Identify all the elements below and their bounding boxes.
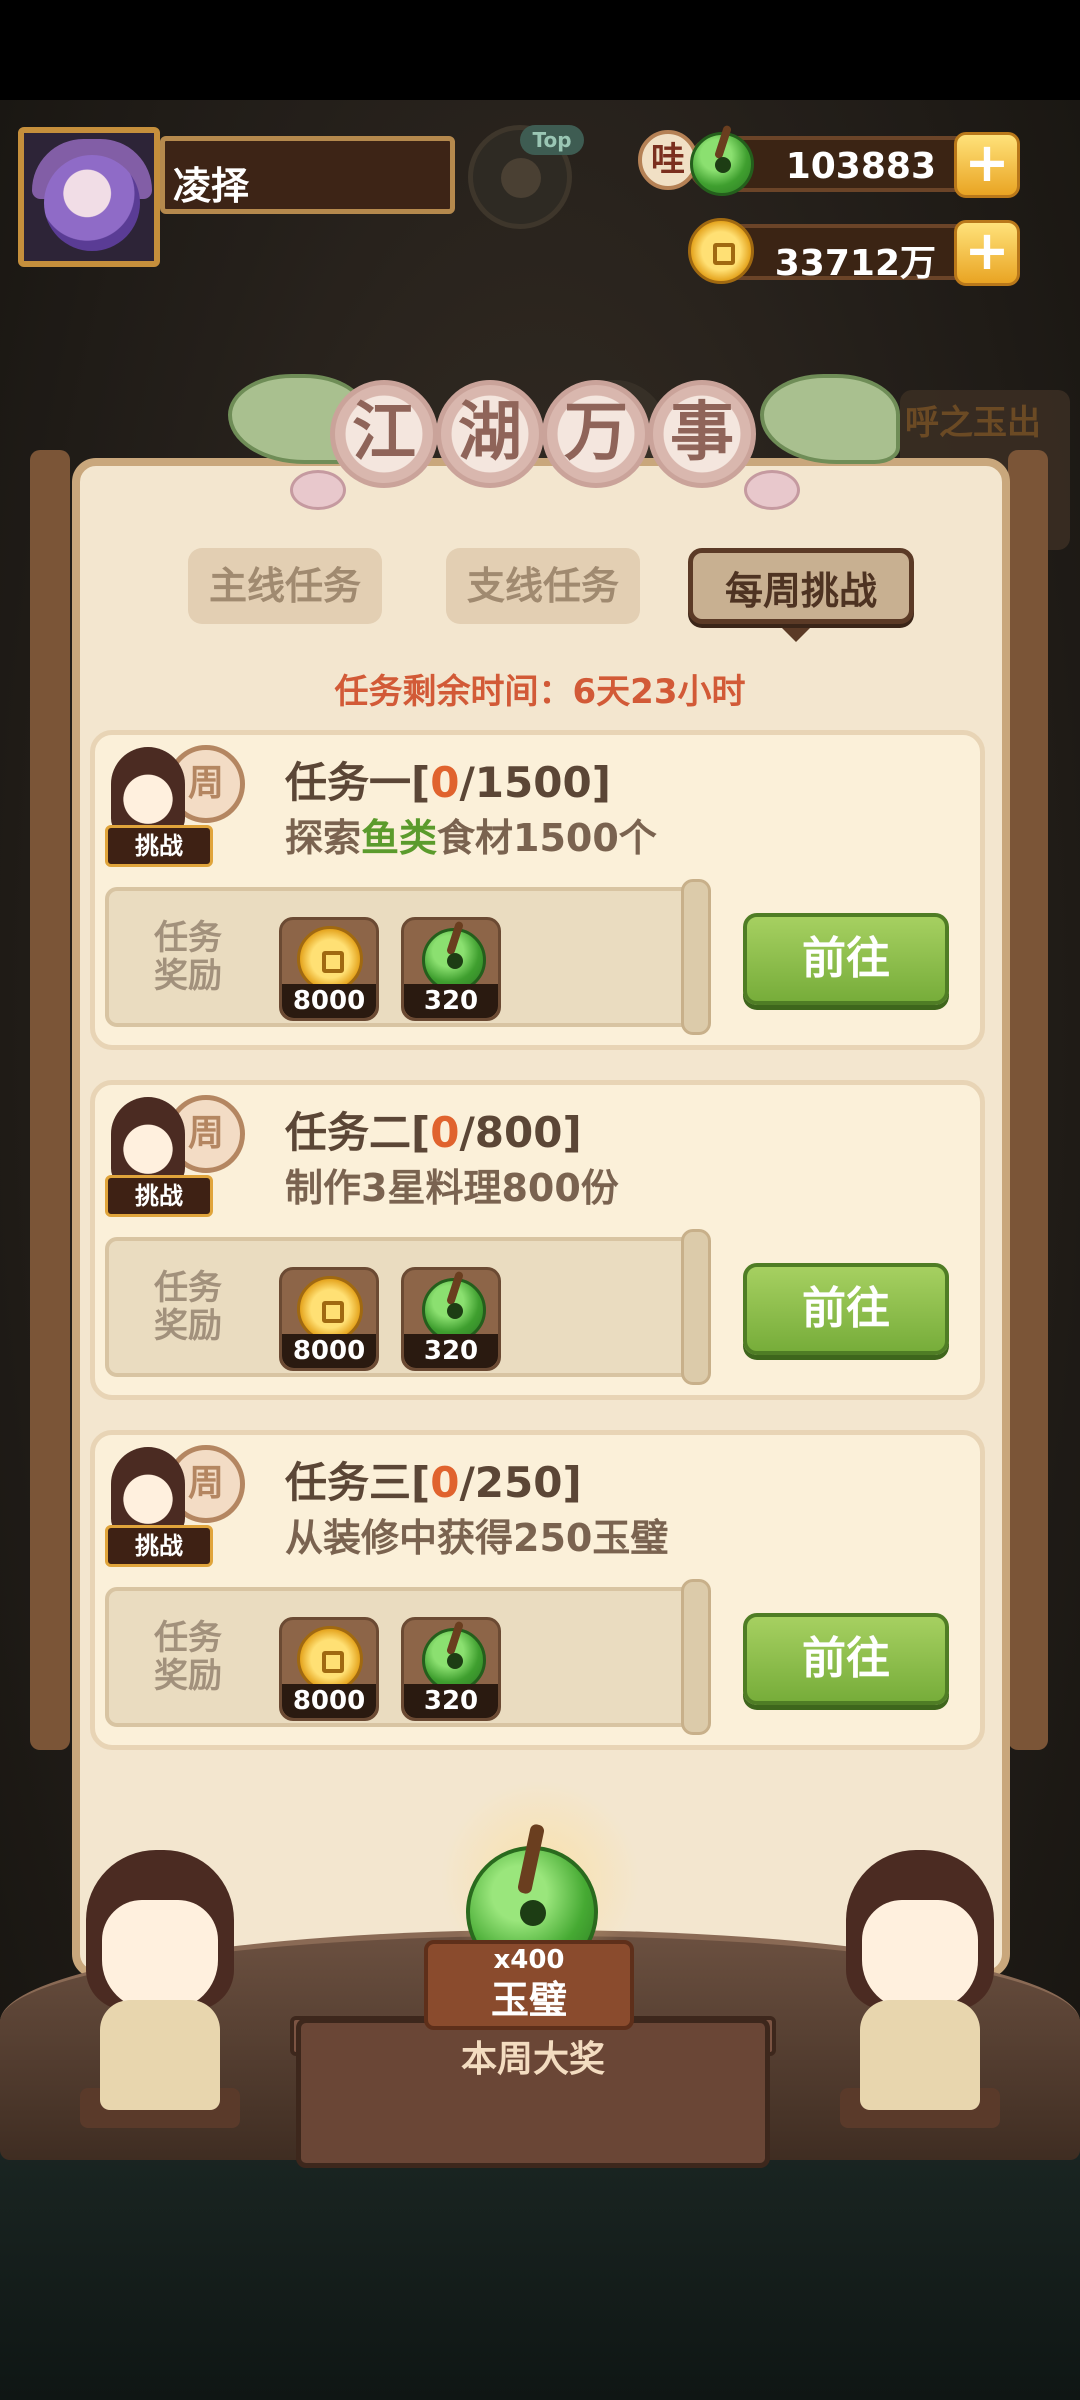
go-button[interactable]: 前往 — [743, 1613, 949, 1705]
panel-left-roller — [30, 450, 70, 1750]
foliage-background — [0, 2150, 1080, 2400]
top-badge: Top — [520, 125, 584, 155]
shop-sign-text: 呼之玉出 — [905, 403, 1041, 443]
gold-coin-icon — [297, 1626, 363, 1692]
tab-side-quest[interactable]: 支线任务 — [446, 548, 640, 624]
reward-item-jade[interactable]: 320 — [401, 1267, 501, 1371]
chef-girl-icon — [111, 1097, 185, 1187]
title-char: 湖 — [436, 380, 544, 488]
reward-item-gold[interactable]: 8000 — [279, 1267, 379, 1371]
task-card: 周 挑战 任务二[0/800] 制作3星料理800份 任务 奖励 8000 320… — [90, 1080, 985, 1400]
chef-girl-icon — [111, 747, 185, 837]
status-bar — [0, 0, 1080, 100]
challenge-tag: 挑战 — [105, 1175, 213, 1217]
gold-coin-icon — [297, 1276, 363, 1342]
jade-coin-icon — [422, 1270, 486, 1342]
task-title: 任务三[0/250] — [285, 1458, 582, 1507]
add-jade-button[interactable]: + — [954, 132, 1020, 198]
task-card: 周 挑战 任务三[0/250] 从装修中获得250玉璧 任务 奖励 8000 32… — [90, 1430, 985, 1750]
grand-prize-name: 玉璧 — [490, 1978, 567, 2022]
chef-girl-right — [830, 1850, 1010, 2128]
reward-amount: 320 — [404, 1684, 498, 1718]
weekly-grand-prize-label: 本周大奖 — [460, 2039, 605, 2080]
task-description: 从装修中获得250玉璧 — [285, 1516, 669, 1560]
reward-label: 任务 奖励 — [154, 1618, 222, 1696]
task-progress-current: 0 — [430, 1458, 460, 1507]
scroll-roller — [681, 1229, 711, 1385]
gold-coin-icon — [688, 218, 754, 284]
scroll-roller — [681, 1579, 711, 1735]
time-remaining: 任务剩余时间：6天23小时 — [0, 664, 1080, 713]
task-progress-current: 0 — [430, 758, 460, 807]
avatar[interactable] — [18, 127, 160, 267]
chef-girl-left — [70, 1850, 250, 2128]
time-remaining-value: 6天23小时 — [572, 672, 746, 712]
time-remaining-label: 任务剩余时间： — [334, 672, 573, 712]
jade-coin-icon — [422, 1620, 486, 1692]
panel-title: 江 湖 万 事 — [330, 380, 760, 500]
task-title: 任务一[0/1500] — [285, 758, 611, 807]
title-char: 万 — [542, 380, 650, 488]
challenge-tag: 挑战 — [105, 825, 213, 867]
reward-amount: 320 — [404, 1334, 498, 1368]
gold-amount: 33712万 — [774, 243, 936, 284]
reward-item-gold[interactable]: 8000 — [279, 917, 379, 1021]
jade-coin-icon — [422, 920, 486, 992]
player-name: 凌择 — [173, 164, 250, 208]
title-char: 江 — [330, 380, 438, 488]
task-title: 任务二[0/800] — [285, 1108, 582, 1157]
grand-prize-quantity: x400 — [493, 1945, 565, 1975]
active-tab-pointer — [782, 628, 810, 642]
tab-main-quest[interactable]: 主线任务 — [188, 548, 382, 624]
challenge-badge: 周 挑战 — [105, 1439, 255, 1569]
task-card: 周 挑战 任务一[0/1500] 探索鱼类食材1500个 任务 奖励 8000 3… — [90, 730, 985, 1050]
go-button[interactable]: 前往 — [743, 913, 949, 1005]
title-char: 事 — [648, 380, 756, 488]
reward-item-gold[interactable]: 8000 — [279, 1617, 379, 1721]
add-gold-button[interactable]: + — [954, 220, 1020, 286]
task-progress-current: 0 — [430, 1108, 460, 1157]
challenge-badge: 周 挑战 — [105, 1089, 255, 1219]
friend-icon — [501, 158, 541, 198]
grand-prize-box[interactable]: x400 玉璧 — [424, 1940, 634, 2030]
tab-weekly-challenge[interactable]: 每周挑战 — [688, 548, 914, 624]
highlight-text: 鱼类 — [361, 816, 438, 860]
panel-right-roller — [1008, 450, 1048, 1750]
task-progress-total: /1500 — [459, 758, 592, 807]
reward-amount: 8000 — [282, 1684, 376, 1718]
go-button[interactable]: 前往 — [743, 1263, 949, 1355]
scroll-roller — [681, 879, 711, 1035]
player-name-plate[interactable]: 凌择 — [160, 136, 455, 214]
reward-amount: 8000 — [282, 984, 376, 1018]
wa-badge-icon: 哇 — [638, 130, 698, 190]
task-description: 制作3星料理800份 — [285, 1166, 619, 1210]
challenge-tag: 挑战 — [105, 1525, 213, 1567]
task-progress-total: /800 — [459, 1108, 563, 1157]
chef-girl-icon — [111, 1447, 185, 1537]
reward-item-jade[interactable]: 320 — [401, 1617, 501, 1721]
reward-item-jade[interactable]: 320 — [401, 917, 501, 1021]
reward-label: 任务 奖励 — [154, 918, 222, 996]
task-progress-total: /250 — [459, 1458, 563, 1507]
reward-amount: 320 — [404, 984, 498, 1018]
reward-amount: 8000 — [282, 1334, 376, 1368]
jade-amount: 103883 — [785, 146, 936, 187]
jade-coin-icon — [690, 124, 754, 196]
reward-label: 任务 奖励 — [154, 1268, 222, 1346]
task-description: 探索鱼类食材1500个 — [285, 816, 657, 860]
gold-coin-icon — [297, 926, 363, 992]
challenge-badge: 周 挑战 — [105, 739, 255, 869]
